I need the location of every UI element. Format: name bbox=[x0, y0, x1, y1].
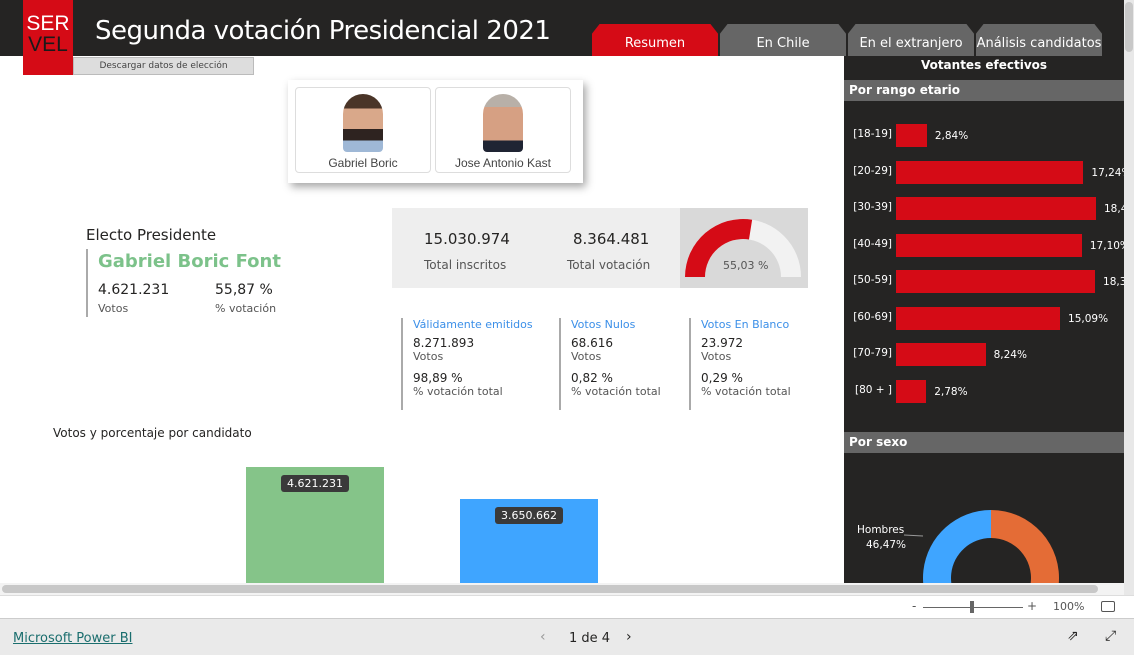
age-section-header: Por rango etario bbox=[844, 80, 1124, 101]
power-bi-link[interactable]: Microsoft Power BI bbox=[13, 631, 132, 646]
tab-extranjero[interactable]: En el extranjero bbox=[848, 24, 974, 56]
age-value: 2,84% bbox=[934, 130, 969, 142]
footer: Microsoft Power BI ‹ 1 de 4 › ⇗ ⤢ bbox=[0, 618, 1134, 655]
candidate-bar-label: 3.650.662 bbox=[495, 506, 563, 524]
age-bar[interactable] bbox=[896, 379, 927, 403]
download-button[interactable]: Descargar datos de elección bbox=[73, 57, 254, 75]
elected-votes-label: Votos bbox=[98, 302, 129, 315]
total-inscritos: 15.030.974 bbox=[424, 230, 510, 248]
candidate-card-kast[interactable]: Jose Antonio Kast bbox=[435, 87, 571, 173]
zoom-bar: - + 100% bbox=[0, 595, 1134, 618]
age-label: [20-29] bbox=[853, 164, 892, 177]
sex-donut-chart: Hombres 46,47% bbox=[857, 510, 1059, 583]
page-indicator: 1 de 4 bbox=[569, 631, 611, 646]
age-bar[interactable] bbox=[896, 124, 927, 147]
gauge-value: 55,03 % bbox=[723, 259, 769, 272]
age-label: [50-59] bbox=[853, 274, 892, 286]
servel-logo: SER VEL bbox=[23, 0, 73, 75]
age-bar-chart: [18-19] 2,84% [20-29] 17,24% [30-39] 18,40% [4… bbox=[844, 116, 1124, 416]
elected-name: Gabriel Boric Font bbox=[98, 251, 281, 272]
age-label: [30-39] bbox=[853, 201, 892, 213]
tab-resumen[interactable]: Resumen bbox=[592, 24, 718, 56]
age-value: 15,09% bbox=[1068, 312, 1109, 325]
age-bar[interactable] bbox=[896, 306, 1061, 330]
right-panel: Votantes efectivos Por rango etario [18-… bbox=[844, 56, 1124, 583]
total-votacion: 8.364.481 bbox=[573, 230, 650, 248]
participation-gauge: 55,03 % bbox=[680, 208, 808, 288]
candidate-card-boric[interactable]: Gabriel Boric bbox=[295, 87, 431, 173]
tab-en-chile[interactable]: En Chile bbox=[720, 24, 846, 56]
age-bar[interactable] bbox=[896, 270, 1096, 293]
age-bar[interactable] bbox=[896, 160, 1084, 184]
stat-validos: Válidamente emitidos 8.271.893 Votos 98,89 … bbox=[401, 318, 533, 410]
age-bar[interactable] bbox=[896, 233, 1082, 257]
tab-analisis[interactable]: Análisis candidatos bbox=[976, 24, 1102, 56]
candidate-chart-title: Votos y porcentaje por candidato bbox=[53, 426, 252, 440]
page-title: Segunda votación Presidencial 2021 bbox=[95, 16, 551, 46]
sex-section-header: Por sexo bbox=[844, 432, 1124, 453]
age-label: [18-19] bbox=[853, 128, 892, 140]
elected-votes: 4.621.231 bbox=[98, 282, 170, 298]
horizontal-scrollbar[interactable] bbox=[0, 583, 1124, 595]
age-value: 8,24% bbox=[993, 349, 1027, 361]
age-label: [70-79] bbox=[853, 347, 892, 359]
fit-to-page-icon[interactable] bbox=[1101, 601, 1115, 612]
candidate-bar-chart: 4.621.231 3.650.662 bbox=[0, 440, 844, 583]
fullscreen-icon[interactable]: ⤢ bbox=[1105, 628, 1116, 644]
elected-card: Gabriel Boric Font 4.621.231 Votos 55,87… bbox=[86, 249, 286, 317]
elected-pct: 55,87 % bbox=[215, 282, 273, 298]
candidate-photo bbox=[343, 94, 383, 152]
age-value: 17,24% bbox=[1091, 166, 1124, 179]
donut-slice-hombres[interactable] bbox=[923, 510, 991, 583]
age-label: [80 + ] bbox=[854, 383, 892, 396]
age-value: 18,40% bbox=[1104, 203, 1124, 215]
zoom-out-button[interactable]: - bbox=[912, 599, 916, 613]
elected-heading: Electo Presidente bbox=[86, 226, 217, 244]
age-value: 2,78% bbox=[934, 385, 968, 398]
donut-label-value: 46,47% bbox=[866, 539, 906, 551]
total-votacion-label: Total votación bbox=[567, 258, 651, 272]
elected-pct-label: % votación bbox=[215, 302, 277, 315]
age-label: [60-69] bbox=[853, 310, 892, 323]
zoom-slider-handle[interactable] bbox=[970, 601, 974, 613]
candidate-photo bbox=[483, 94, 523, 152]
share-icon[interactable]: ⇗ bbox=[1067, 628, 1079, 644]
donut-label-name: Hombres bbox=[857, 524, 904, 536]
age-bar[interactable] bbox=[896, 343, 986, 366]
zoom-in-button[interactable]: + bbox=[1027, 599, 1037, 613]
prev-page-icon[interactable]: ‹ bbox=[540, 629, 546, 645]
age-value: 17,10% bbox=[1089, 239, 1124, 252]
stat-nulos: Votos Nulos 68.616 Votos 0,82 %% votación t… bbox=[559, 318, 661, 410]
total-inscritos-label: Total inscritos bbox=[424, 258, 507, 272]
age-value: 18,31% bbox=[1103, 276, 1124, 288]
vertical-scrollbar[interactable] bbox=[1124, 0, 1134, 595]
zoom-level: 100% bbox=[1053, 600, 1085, 613]
stat-blanco: Votos En Blanco 23.972 Votos 0,29 %% votaci… bbox=[689, 318, 791, 410]
panel-title: Votantes efectivos bbox=[920, 58, 1048, 72]
next-page-icon[interactable]: › bbox=[626, 629, 632, 645]
candidate-bar-label: 4.621.231 bbox=[281, 475, 349, 492]
totals-card: 15.030.974 Total inscritos 8.364.481 Tot… bbox=[392, 208, 680, 288]
candidate-selector: Gabriel Boric Jose Antonio Kast bbox=[288, 80, 583, 183]
age-bar[interactable] bbox=[896, 197, 1096, 220]
age-label: [40-49] bbox=[853, 237, 892, 250]
